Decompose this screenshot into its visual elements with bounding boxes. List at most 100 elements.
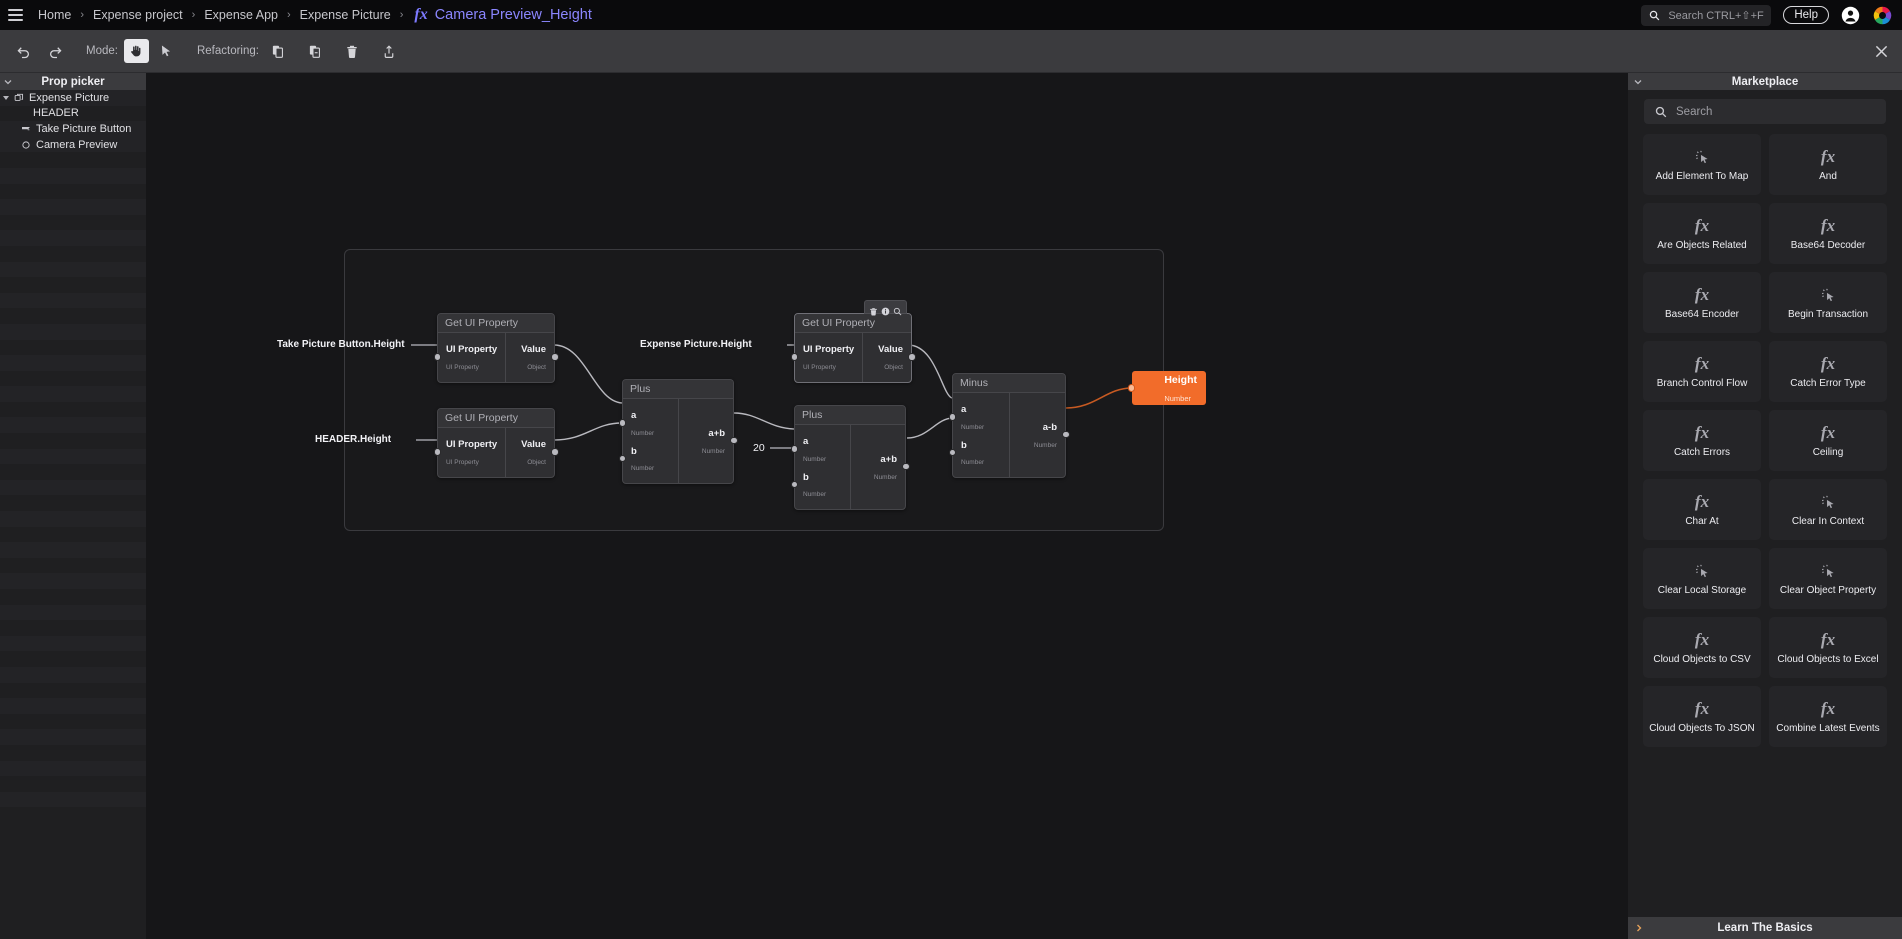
global-search-input[interactable]: Search CTRL+⇧+F	[1641, 4, 1772, 26]
input-port-a[interactable]	[948, 413, 956, 421]
magnifier-icon[interactable]	[893, 303, 902, 315]
sidebar-item-take-picture-button[interactable]: Take Picture Button	[0, 121, 146, 137]
marketplace-tile-catch-errors[interactable]: fx Catch Errors	[1643, 410, 1761, 471]
trash-icon[interactable]	[869, 303, 878, 315]
mode-select-button[interactable]	[154, 39, 179, 63]
marketplace-tile-branch-control-flow[interactable]: fx Branch Control Flow	[1643, 341, 1761, 402]
copy-button[interactable]	[265, 38, 291, 64]
input-port-a[interactable]	[790, 445, 798, 453]
sidebar-item-label: Take Picture Button	[36, 122, 132, 135]
paste-button[interactable]	[302, 38, 328, 64]
marketplace-tile-catch-error-type[interactable]: fx Catch Error Type	[1769, 341, 1887, 402]
input-port[interactable]	[790, 353, 798, 361]
sidebar-item-expense-picture[interactable]: Expense Picture	[0, 90, 146, 106]
redo-icon[interactable]	[42, 38, 68, 64]
marketplace-tile-cloud-objects-to-csv[interactable]: fx Cloud Objects to CSV	[1643, 617, 1761, 678]
marketplace-tile-base64-decoder[interactable]: fx Base64 Decoder	[1769, 203, 1887, 264]
fx-icon: fx	[1820, 423, 1836, 443]
node-get-ui-property-2[interactable]: Get UI Property UI Property UI Property	[433, 408, 559, 478]
click-action-icon	[1820, 561, 1837, 582]
breadcrumb-item-expense-picture[interactable]: Expense Picture	[298, 8, 393, 22]
node-graph-canvas[interactable]: Take Picture Button.Height HEADER.Height…	[146, 73, 1628, 939]
sidebar-item-header[interactable]: HEADER	[0, 106, 146, 122]
marketplace-tile-cloud-objects-to-json[interactable]: fx Cloud Objects To JSON	[1643, 686, 1761, 747]
marketplace-tile-begin-transaction[interactable]: Begin Transaction	[1769, 272, 1887, 333]
fx-icon: fx	[1820, 354, 1836, 374]
marketplace-search-input[interactable]: Search	[1644, 99, 1886, 124]
mode-pan-button[interactable]	[123, 39, 149, 63]
undo-icon[interactable]	[10, 38, 36, 64]
fx-icon: fx	[1694, 699, 1710, 719]
chevron-down-icon[interactable]	[1632, 76, 1644, 88]
output-port[interactable]	[551, 448, 559, 456]
close-icon	[1875, 45, 1887, 57]
marketplace-tile-cloud-objects-to-excel[interactable]: fx Cloud Objects to Excel	[1769, 617, 1887, 678]
node-minus[interactable]: Minus a Number b Number a-b Number	[948, 373, 1070, 479]
port-type: Number	[803, 455, 827, 463]
node-plus-1[interactable]: Plus a Number b Number a+b Number	[618, 379, 738, 485]
fx-icon: fx	[1694, 354, 1710, 374]
breadcrumb-item-expense-project[interactable]: Expense project	[91, 8, 185, 22]
user-account-icon[interactable]	[1841, 6, 1860, 25]
prop-picker-title: Prop picker	[41, 75, 105, 88]
marketplace-tile-clear-object-property[interactable]: Clear Object Property	[1769, 548, 1887, 609]
extract-button[interactable]	[376, 38, 402, 64]
breadcrumb-item-home[interactable]: Home	[36, 8, 73, 22]
output-port[interactable]	[902, 462, 910, 471]
learn-the-basics-section[interactable]: Learn The Basics	[1628, 917, 1902, 939]
tile-label: Are Objects Related	[1657, 239, 1747, 251]
marketplace-tile-combine-latest-events[interactable]: fx Combine Latest Events	[1769, 686, 1887, 747]
sidebar-empty-row	[0, 167, 146, 184]
node-output-height[interactable]: Height Number	[1127, 371, 1206, 405]
help-button[interactable]: Help	[1783, 6, 1829, 24]
node-get-ui-property-3[interactable]: Get UI Property UI Property UI Property	[790, 300, 916, 383]
app-logo-icon[interactable]	[1872, 5, 1893, 26]
tile-label: Add Element To Map	[1655, 170, 1749, 182]
port-type: UI Property	[803, 363, 836, 371]
port-label: Value	[521, 439, 546, 450]
port-type: Number	[961, 423, 985, 431]
output-port[interactable]	[908, 353, 916, 361]
marketplace-tile-clear-local-storage[interactable]: Clear Local Storage	[1643, 548, 1761, 609]
output-port[interactable]	[551, 353, 559, 361]
marketplace-tile-and[interactable]: fx And	[1769, 134, 1887, 195]
input-port-b[interactable]	[790, 480, 798, 489]
output-port[interactable]	[730, 436, 738, 445]
marketplace-tile-char-at[interactable]: fx Char At	[1643, 479, 1761, 540]
port-label: a	[961, 404, 967, 415]
chevron-down-icon[interactable]	[2, 76, 14, 88]
node-title: Get UI Property	[438, 409, 554, 428]
prop-picker-header: Prop picker	[0, 73, 146, 90]
sidebar-item-camera-preview[interactable]: Camera Preview	[0, 136, 146, 153]
sidebar-empty-row	[0, 635, 146, 652]
node-plus-2[interactable]: Plus a Number b Number a+b Number	[790, 405, 910, 511]
input-port-a[interactable]	[618, 419, 626, 427]
marketplace-tile-are-objects-related[interactable]: fx Are Objects Related	[1643, 203, 1761, 264]
input-port[interactable]	[433, 353, 441, 361]
chevron-down-icon[interactable]	[3, 95, 9, 100]
input-port-b[interactable]	[618, 454, 626, 463]
port-label: b	[961, 439, 967, 451]
chevron-right-icon[interactable]	[1633, 922, 1645, 934]
node-get-ui-property-1[interactable]: Get UI Property UI Property UI Property	[433, 313, 559, 383]
marketplace-tile-ceiling[interactable]: fx Ceiling	[1769, 410, 1887, 471]
sidebar-empty-row	[0, 292, 146, 309]
delete-button[interactable]	[339, 38, 365, 64]
marketplace-tile-base64-encoder[interactable]: fx Base64 Encoder	[1643, 272, 1761, 333]
input-port[interactable]	[1127, 384, 1135, 392]
breadcrumb-item-expense-app[interactable]: Expense App	[202, 8, 280, 22]
input-port[interactable]	[433, 448, 441, 456]
marketplace-tile-clear-in-context[interactable]: Clear In Context	[1769, 479, 1887, 540]
marketplace-title: Marketplace	[1731, 75, 1799, 88]
sidebar-empty-row	[0, 448, 146, 465]
input-port-b[interactable]	[948, 448, 956, 457]
sidebar-empty-row	[0, 308, 146, 324]
close-panel-button[interactable]	[1870, 40, 1892, 62]
info-icon[interactable]	[881, 303, 890, 315]
output-port[interactable]	[1062, 430, 1070, 439]
node-title: Plus	[623, 380, 733, 399]
hamburger-icon[interactable]	[0, 0, 30, 30]
breadcrumb-separator: ›	[80, 9, 85, 21]
marketplace-tile-add-element-to-map[interactable]: Add Element To Map	[1643, 134, 1761, 195]
click-action-icon	[1694, 147, 1711, 168]
